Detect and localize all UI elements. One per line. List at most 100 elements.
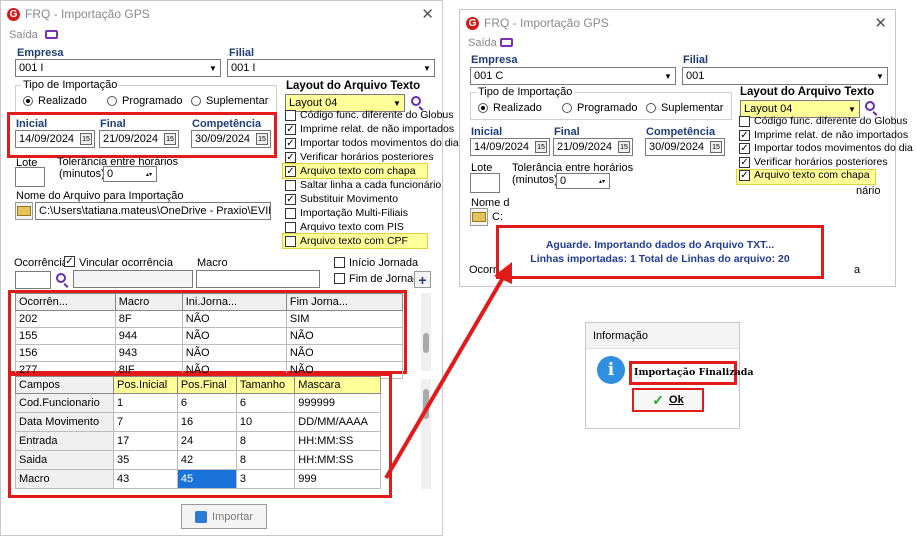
column-header[interactable]: Fim Jorna...	[285, 293, 404, 311]
column-header[interactable]: Mascara	[294, 376, 381, 394]
empresa-combo[interactable]: 001 I ▼	[15, 59, 221, 77]
importar-button[interactable]: Importar	[181, 504, 267, 529]
column-header[interactable]: Ini.Jorna...	[181, 293, 287, 311]
table-cell[interactable]: 45	[176, 469, 237, 489]
chevron-down-icon[interactable]: ▼	[662, 69, 674, 83]
table-cell[interactable]: Saida	[15, 450, 114, 470]
table-cell[interactable]: 155	[15, 327, 116, 345]
table-cell[interactable]: 17	[113, 431, 178, 451]
option-checkbox[interactable]: ✓	[285, 138, 296, 149]
option-checkbox[interactable]	[285, 236, 296, 247]
competencia-date-field[interactable]: 30/09/2024 15	[191, 130, 271, 148]
scroll-thumb[interactable]	[423, 333, 429, 353]
open-folder-button[interactable]	[15, 202, 33, 220]
column-header[interactable]: Campos	[15, 376, 114, 394]
stepper-icon[interactable]: ▴▾	[596, 175, 608, 187]
monitor-icon[interactable]	[500, 38, 513, 47]
table-cell[interactable]: NÃO	[285, 327, 404, 345]
table-cell[interactable]: 16	[176, 412, 237, 432]
table-cell[interactable]: 999999	[294, 393, 381, 413]
option-checkbox[interactable]	[285, 208, 296, 219]
final-date-field[interactable]: 21/09/2024 15	[553, 138, 633, 156]
lote-field[interactable]	[470, 173, 500, 193]
option-checkbox[interactable]: ✓	[285, 124, 296, 135]
table-cell[interactable]: 3	[235, 469, 296, 489]
radio-suplementar[interactable]	[646, 103, 656, 113]
table-cell[interactable]: 1	[113, 393, 178, 413]
table-cell[interactable]: 42	[176, 450, 237, 470]
menu-saida[interactable]: Saída	[9, 29, 38, 41]
close-icon[interactable]: ✕	[421, 5, 434, 23]
option-checkbox[interactable]: ✓	[739, 129, 750, 141]
table-cell[interactable]: 8	[235, 431, 296, 451]
calendar-icon[interactable]: 15	[618, 141, 630, 153]
search-icon[interactable]	[865, 101, 875, 111]
stepper-icon[interactable]: ▴▾	[143, 168, 155, 180]
table-row[interactable]: Macro 43 45 3 999	[15, 469, 381, 489]
menu-saida[interactable]: Saída	[468, 37, 497, 49]
chevron-down-icon[interactable]: ▼	[421, 61, 433, 75]
ocorrencia-scrollbar[interactable]	[421, 293, 431, 371]
table-cell[interactable]: Cod.Funcionario	[15, 393, 114, 413]
open-folder-button[interactable]	[470, 208, 488, 226]
table-row[interactable]: Entrada 17 24 8 HH:MM:SS	[15, 431, 381, 451]
column-header[interactable]: Tamanho	[235, 376, 296, 394]
column-header[interactable]: Pos.Final	[176, 376, 237, 394]
option-checkbox[interactable]: ✓	[739, 156, 750, 168]
table-row[interactable]: Cod.Funcionario 1 6 6 999999	[15, 393, 381, 413]
option-checkbox[interactable]: ✓	[285, 152, 296, 163]
calendar-icon[interactable]: 15	[80, 133, 92, 145]
table-row[interactable]: 155 944 NÃO NÃO	[15, 327, 404, 345]
table-cell[interactable]: Data Movimento	[15, 412, 114, 432]
ocorrencia-field[interactable]	[15, 271, 51, 289]
table-cell[interactable]: HH:MM:SS	[294, 431, 381, 451]
close-icon[interactable]: ✕	[874, 14, 887, 32]
chevron-down-icon[interactable]: ▼	[846, 102, 858, 116]
table-cell[interactable]: HH:MM:SS	[294, 450, 381, 470]
filial-combo[interactable]: 001 ▼	[682, 67, 888, 85]
option-checkbox[interactable]	[285, 110, 296, 121]
table-cell[interactable]: 6	[235, 393, 296, 413]
table-cell[interactable]: 43	[113, 469, 178, 489]
vincular-checkbox[interactable]: ✓	[64, 256, 75, 267]
table-cell[interactable]: 156	[15, 344, 116, 362]
option-checkbox[interactable]: ✓	[285, 194, 296, 205]
option-checkbox[interactable]	[285, 222, 296, 233]
radio-programado[interactable]	[107, 96, 117, 106]
arquivo-path-field[interactable]: C:\Users\tatiana.mateus\OneDrive - Praxi…	[35, 202, 271, 220]
column-header[interactable]: Macro	[114, 293, 183, 311]
table-cell[interactable]: 10	[235, 412, 296, 432]
inicio-jornada-checkbox[interactable]	[334, 257, 345, 268]
tolerancia-stepper[interactable]: 0 ▴▾	[556, 173, 610, 189]
chevron-down-icon[interactable]: ▼	[391, 96, 403, 110]
calendar-icon[interactable]: 15	[710, 141, 722, 153]
scroll-thumb[interactable]	[423, 389, 429, 419]
monitor-icon[interactable]	[45, 30, 58, 39]
ok-button[interactable]: ✓ Ok	[632, 388, 704, 412]
calendar-icon[interactable]: 15	[256, 133, 268, 145]
table-cell[interactable]: 35	[113, 450, 178, 470]
lote-field[interactable]	[15, 167, 45, 187]
table-cell[interactable]: 8	[235, 450, 296, 470]
search-icon[interactable]	[411, 96, 421, 106]
radio-programado[interactable]	[562, 103, 572, 113]
add-ocorrencia-button[interactable]: +	[414, 271, 431, 288]
inicial-date-field[interactable]: 14/09/2024 15	[470, 138, 550, 156]
table-cell[interactable]: 943	[114, 344, 183, 362]
column-header[interactable]: Ocorrên...	[15, 293, 116, 311]
table-cell[interactable]: Entrada	[15, 431, 114, 451]
table-cell[interactable]: 202	[15, 310, 116, 328]
radio-realizado[interactable]	[23, 96, 33, 106]
campos-scrollbar[interactable]	[421, 379, 431, 489]
option-checkbox[interactable]	[739, 116, 750, 127]
table-cell[interactable]: 999	[294, 469, 381, 489]
inicial-date-field[interactable]: 14/09/2024 15	[15, 130, 95, 148]
option-checkbox[interactable]: ✓	[739, 170, 750, 181]
calendar-icon[interactable]: 15	[535, 141, 547, 153]
competencia-date-field[interactable]: 30/09/2024 15	[645, 138, 725, 156]
table-cell[interactable]: Macro	[15, 469, 114, 489]
table-cell[interactable]: NÃO	[285, 344, 404, 362]
tolerancia-stepper[interactable]: 0 ▴▾	[103, 166, 157, 182]
table-cell[interactable]: NÃO	[181, 344, 287, 362]
radio-suplementar[interactable]	[191, 96, 201, 106]
